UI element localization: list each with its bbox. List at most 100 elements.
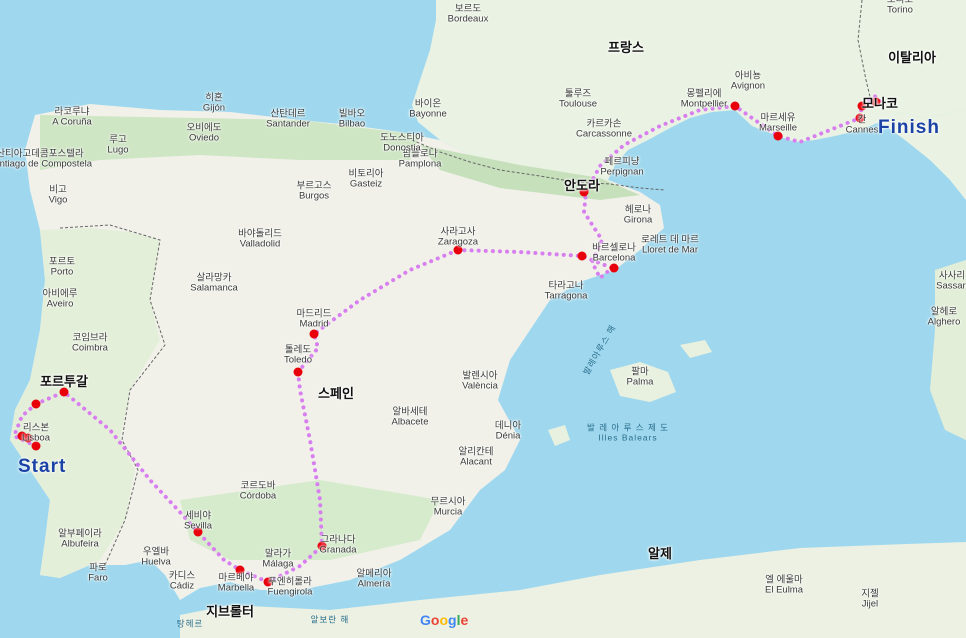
city-name-en: Santander	[266, 119, 310, 130]
city-label: 오비에도 Oviedo	[187, 123, 222, 145]
city-label: 포르토 Porto	[49, 257, 75, 279]
city-name-en: Salamanca	[190, 283, 238, 294]
country-label: 모나코	[862, 95, 898, 111]
start-label: Start	[18, 456, 67, 477]
city-name-en: Avignon	[730, 81, 766, 92]
city-name-en: Alacant	[460, 457, 492, 468]
city-name-en: Sassari	[936, 281, 966, 292]
city-label: 산티아고데콤포스텔라Santiago de Compostela	[0, 149, 93, 171]
city-label: 지젤 Jijel	[861, 589, 878, 611]
city-name-en: Bayonne	[409, 109, 447, 120]
city-name-en: Donostia	[383, 143, 421, 154]
city-name-en: Madrid	[299, 319, 329, 330]
route-stop-marker[interactable]	[609, 263, 619, 273]
city-label: 발렌시아 València	[462, 371, 498, 393]
city-name-en: Oviedo	[188, 133, 220, 144]
city-name-en: Granada	[319, 545, 357, 556]
city-name-en: Cannes	[845, 125, 879, 136]
sea-label: Illes Balears	[598, 432, 658, 443]
city-label: 코르도바 Córdoba	[239, 481, 277, 503]
city-label: 몽펠리에 Montpellier	[680, 89, 728, 111]
city-name-en: Marbella	[217, 583, 255, 594]
route-stop-marker[interactable]	[31, 399, 41, 409]
city-label: 알부페이라 Albufeira	[58, 529, 102, 551]
sea-label: 발 레 아 루 스 제 도	[587, 422, 669, 433]
city-name-en: Dénia	[495, 431, 521, 442]
route-stop-marker[interactable]	[293, 367, 303, 377]
city-label: 마르베야 Marbella	[217, 573, 255, 595]
city-label: 바이온 Bayonne	[409, 99, 447, 121]
city-label: 바르셀로나 Barcelona	[592, 243, 636, 265]
city-name-en: Montpellier	[680, 99, 728, 110]
city-label: 타라고나 Tarragona	[544, 281, 588, 303]
google-letter: o	[439, 612, 449, 628]
city-label: 마르세유 Marseille	[759, 113, 797, 135]
city-label: 푸엔히롤라 Fuengirola	[267, 577, 313, 599]
city-name-en: Torino	[887, 5, 913, 16]
city-name-en: Porto	[50, 267, 74, 278]
city-label: 데니아 Dénia	[495, 421, 521, 443]
city-label: 아비에루 Aveiro	[43, 289, 78, 311]
city-label: 보르도 Bordeaux	[447, 4, 489, 26]
city-name-en: Zaragoza	[437, 237, 479, 248]
city-label: 비토리아 Gasteiz	[349, 169, 384, 191]
city-name-en: Tarragona	[544, 291, 588, 302]
city-name-en: Albufeira	[61, 539, 99, 550]
city-name-en: Barcelona	[592, 253, 636, 264]
city-label: 헤로나 Girona	[624, 205, 653, 227]
city-label: 바야돌리드 Valladolid	[238, 229, 282, 251]
route-stop-marker[interactable]	[577, 251, 587, 261]
city-name-en: Bilbao	[338, 119, 366, 130]
city-name-en: Santiago de Compostela	[0, 159, 93, 170]
city-name-en: Toledo	[284, 355, 312, 366]
city-label: 우엘바 Huelva	[141, 547, 171, 569]
city-label: 페르피냥 Perpignan	[600, 157, 643, 179]
city-label: 칸 Cannes	[845, 115, 879, 137]
city-name-en: Coimbra	[72, 343, 108, 354]
sea-label: 알보란 해	[310, 614, 350, 625]
city-label: 리스본 Lisboa	[22, 423, 50, 445]
city-name-en: Palma	[626, 377, 654, 388]
country-label: 스페인	[318, 385, 354, 401]
city-name-en: Aveiro	[46, 299, 74, 310]
google-letter: e	[460, 612, 469, 628]
map-canvas[interactable]	[0, 0, 966, 638]
country-label: 알제	[648, 545, 672, 561]
finish-label: Finish	[878, 117, 940, 138]
country-label: 안도라	[564, 177, 600, 193]
city-label: 비고 Vigo	[48, 185, 68, 207]
country-label: 지브롤터	[206, 603, 254, 619]
city-name-en: El Eulma	[764, 585, 804, 596]
sea-label: 탕헤르	[176, 618, 204, 629]
city-name-en: Vigo	[48, 195, 68, 206]
route-stop-marker[interactable]	[309, 329, 319, 339]
city-name-en: Córdoba	[239, 491, 277, 502]
city-label: 툴루즈 Toulouse	[559, 89, 597, 111]
city-label: 알헤로 Alghero	[928, 307, 961, 329]
route-stop-marker[interactable]	[730, 101, 740, 111]
city-label: 세비야 Sevilla	[184, 511, 212, 533]
city-name-en: Lisboa	[22, 433, 50, 444]
city-label: 알리칸테 Alacant	[459, 447, 494, 469]
city-label: 도노스티아 Donostia	[380, 133, 424, 155]
city-name-en: Almería	[357, 579, 391, 590]
city-label: 팔마 Palma	[626, 367, 654, 389]
city-name-en: Gasteiz	[349, 179, 383, 190]
city-label: 루고 Lugo	[107, 135, 129, 157]
city-name-en: Lloret de Mar	[642, 245, 698, 256]
city-label: 토리노 Torino	[887, 0, 913, 16]
city-name-en: Fuengirola	[267, 587, 313, 598]
city-label: 마드리드 Madrid	[297, 309, 332, 331]
city-name-en: Murcia	[433, 507, 463, 518]
google-letter: G	[420, 612, 431, 628]
city-label: 알메리아 Almería	[357, 569, 392, 591]
city-label: 말라가 Málaga	[262, 549, 293, 571]
city-label: 알바세테 Albacete	[392, 407, 429, 429]
city-name-en: Lugo	[107, 145, 129, 156]
city-name-en: Gijón	[202, 103, 226, 114]
city-name-en: València	[462, 381, 498, 392]
city-label: 라코루냐 A Coruña	[52, 107, 92, 129]
city-name-en: Bordeaux	[447, 14, 489, 25]
country-label: 이탈리아	[888, 49, 936, 65]
city-name-en: Burgos	[298, 191, 330, 202]
